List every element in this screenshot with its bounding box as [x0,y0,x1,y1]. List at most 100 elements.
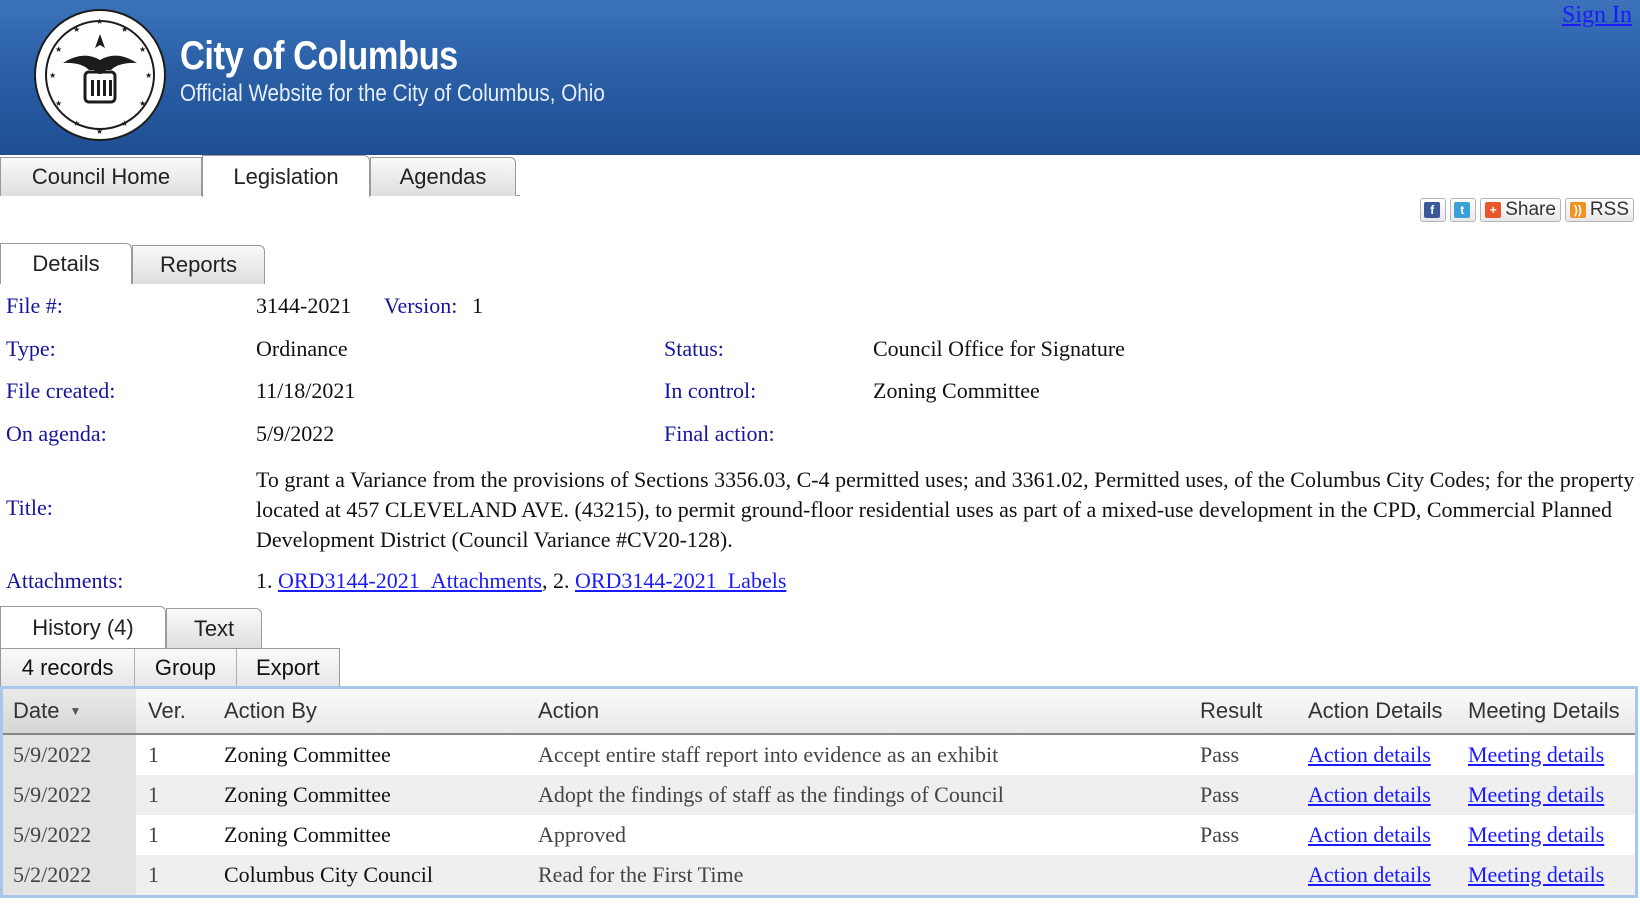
version-label: Version: [384,293,458,318]
site-subtitle: Official Website for the City of Columbu… [180,80,605,107]
rss-icon: )) [1569,202,1586,218]
svg-text:★: ★ [49,71,56,80]
row-result: Pass [1200,822,1240,847]
row-version: 1 [148,862,159,887]
svg-text:★: ★ [55,99,62,108]
meeting-details-link[interactable]: Meeting details [1468,735,1604,775]
column-header-date[interactable]: Date ▼ [13,689,81,733]
meeting-details-link[interactable]: Meeting details [1468,815,1604,855]
share-bar: f t + Share )) RSS [1420,198,1634,222]
action-details-link[interactable]: Action details [1308,735,1431,775]
svg-text:★: ★ [73,25,80,34]
row-result: Pass [1200,742,1240,767]
file-created-label: File created: [6,378,116,403]
share-button[interactable]: + Share [1480,198,1561,222]
action-details-link[interactable]: Action details [1308,855,1431,895]
svg-text:★: ★ [55,45,62,54]
banner-gap [880,155,1640,161]
column-header-action[interactable]: Action [538,689,599,733]
row-version: 1 [148,742,159,767]
row-date: 5/9/2022 [13,742,92,767]
tab-reports[interactable]: Reports [132,245,265,284]
twitter-icon: t [1454,202,1471,218]
table-row: 5/2/2022 1 Columbus City Council Read fo… [3,855,1635,895]
on-agenda-value: 5/9/2022 [256,421,335,446]
row-date: 5/9/2022 [13,822,92,847]
tab-council-home[interactable]: Council Home [0,157,202,196]
meeting-details-link[interactable]: Meeting details [1468,775,1604,815]
row-action-by: Zoning Committee [224,822,391,847]
row-version: 1 [148,822,159,847]
site-title: City of Columbus [180,34,458,78]
row-date: 5/9/2022 [13,782,92,807]
svg-text:★: ★ [96,17,103,26]
tab-legislation[interactable]: Legislation [202,155,370,197]
table-row: 5/9/2022 1 Zoning Committee Adopt the fi… [3,775,1635,815]
tab-history[interactable]: History (4) [0,606,166,648]
title-label: Title: [6,495,53,520]
type-value: Ordinance [256,336,348,361]
sign-in-link[interactable]: Sign In [1562,2,1632,29]
file-number-label: File #: [6,293,63,318]
column-header-date-label: Date [13,698,60,723]
row-action-by: Zoning Committee [224,782,391,807]
table-row: 5/9/2022 1 Zoning Committee Approved Pas… [3,815,1635,855]
svg-text:★: ★ [96,127,103,136]
table-header: Date ▼ Ver. Action By Action Result Acti… [3,689,1635,735]
attachments-list: 1. ORD3144-2021_Attachments, 2. ORD3144-… [256,568,786,594]
attachment-1-link[interactable]: ORD3144-2021_Attachments [278,568,542,593]
column-header-meeting-details[interactable]: Meeting Details [1468,689,1620,733]
status-value: Council Office for Signature [873,336,1125,361]
status-label: Status: [664,336,724,361]
attachments-label: Attachments: [6,568,124,593]
attachment-1-number: 1. [256,568,273,593]
svg-text:★: ★ [121,25,128,34]
table-row: 5/9/2022 1 Zoning Committee Accept entir… [3,735,1635,775]
tab-agendas[interactable]: Agendas [370,157,516,196]
tab-details[interactable]: Details [0,243,132,284]
row-result: Pass [1200,782,1240,807]
row-action: Approved [538,822,626,847]
meeting-details-link[interactable]: Meeting details [1468,855,1604,895]
svg-text:★: ★ [121,119,128,128]
tab-text[interactable]: Text [166,608,262,648]
type-label: Type: [6,336,56,361]
facebook-icon: f [1424,202,1441,218]
row-date: 5/2/2022 [13,862,92,887]
rss-label: RSS [1589,199,1629,220]
row-action: Accept entire staff report into evidence… [538,742,999,767]
column-header-version[interactable]: Ver. [148,689,186,733]
group-button[interactable]: Group [135,649,237,687]
column-header-result[interactable]: Result [1200,689,1262,733]
row-version: 1 [148,782,159,807]
site-header-banner: ★ ★ ★ ★ ★ ★ ★ ★ ★ ★ ★ ★ City of Columbus Offic… [0,0,1640,155]
records-count: 4 records [1,649,136,687]
row-action-by: Zoning Committee [224,742,391,767]
action-details-link[interactable]: Action details [1308,815,1431,855]
file-created-value: 11/18/2021 [256,378,356,403]
history-toolbar: 4 records Group Export [0,648,340,688]
title-value: To grant a Variance from the provisions … [256,467,1635,552]
twitter-button[interactable]: t [1450,198,1477,222]
row-action: Read for the First Time [538,862,744,887]
facebook-button[interactable]: f [1420,198,1447,222]
attachment-2-link[interactable]: ORD3144-2021_Labels [575,568,786,593]
row-action: Adopt the findings of staff as the findi… [538,782,1004,807]
final-action-label: Final action: [664,421,775,446]
in-control-value: Zoning Committee [873,378,1040,403]
in-control-label: In control: [664,378,757,403]
export-button[interactable]: Export [237,649,339,687]
city-seal-logo: ★ ★ ★ ★ ★ ★ ★ ★ ★ ★ ★ ★ [34,9,166,141]
column-header-action-details[interactable]: Action Details [1308,689,1443,733]
row-action-by: Columbus City Council [224,862,434,887]
share-label: Share [1505,199,1556,220]
svg-text:★: ★ [73,119,80,128]
attachment-separator: , 2. [541,568,570,593]
file-number-value: 3144-2021 [256,293,352,318]
history-table: Date ▼ Ver. Action By Action Result Acti… [0,686,1638,898]
on-agenda-label: On agenda: [6,421,107,446]
action-details-link[interactable]: Action details [1308,775,1431,815]
rss-button[interactable]: )) RSS [1564,198,1634,222]
sort-descending-icon: ▼ [69,704,82,718]
column-header-action-by[interactable]: Action By [224,689,317,733]
